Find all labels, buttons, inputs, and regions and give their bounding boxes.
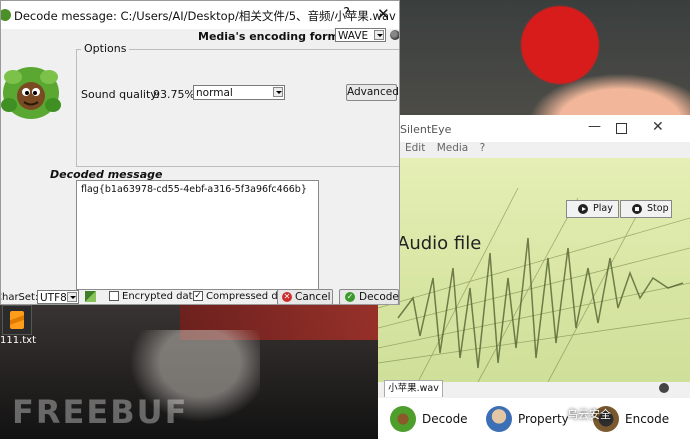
play-icon <box>578 204 588 214</box>
decode-dialog: Decode message: C:/Users/AI/Desktop/相关文件… <box>0 0 400 305</box>
close-icon[interactable]: ✕ <box>377 5 390 23</box>
format-info-icon[interactable] <box>390 30 399 40</box>
close-icon[interactable]: ✕ <box>652 119 664 135</box>
waveform-canvas: Audio file Play Stop <box>378 158 690 382</box>
sublime-file-icon[interactable] <box>2 305 32 335</box>
encrypted-checkbox[interactable] <box>109 291 119 301</box>
decode-icon <box>390 406 416 432</box>
silenteye-logo <box>1 67 61 119</box>
help-icon[interactable]: ? <box>343 6 350 21</box>
cancel-label: Cancel <box>295 291 331 303</box>
property-action-label: Property <box>518 412 569 426</box>
menu-media[interactable]: Media <box>437 142 469 154</box>
silenteye-window: SilentEye — ✕ Edit Media ? Audio file Pl… <box>378 115 690 439</box>
silenteye-title: SilentEye <box>400 123 452 136</box>
decode-label: Decode <box>359 291 399 303</box>
compressed-label: Compressed dat <box>206 291 288 302</box>
maximize-icon[interactable] <box>616 123 627 134</box>
edit-icon[interactable] <box>85 291 96 302</box>
stop-label: Stop <box>647 203 669 214</box>
play-label: Play <box>593 203 613 214</box>
dialog-bottom-bar: CharSet: UTF8 Encrypted data ✓ Compresse… <box>1 288 399 304</box>
cancel-icon: ✕ <box>282 292 292 302</box>
chevron-down-icon <box>67 292 77 302</box>
advanced-button[interactable]: Advanced <box>346 84 399 101</box>
chevron-down-icon <box>273 87 283 97</box>
waveform-graphic <box>378 187 690 382</box>
menu-help[interactable]: ? <box>480 142 486 154</box>
play-button[interactable]: Play <box>566 200 619 218</box>
wechat-watermark: 乌云安全 <box>567 408 611 421</box>
compressed-checkbox[interactable]: ✓ <box>193 291 203 301</box>
app-icon <box>1 9 11 21</box>
encoding-format-select[interactable]: WAVE <box>335 28 386 42</box>
action-bar: Decode Property Encode 乌云安全 <box>378 398 690 439</box>
silenteye-titlebar: SilentEye — ✕ <box>378 115 690 142</box>
encode-action-label: Encode <box>625 412 670 426</box>
options-legend: Options <box>81 42 130 55</box>
decoded-message-textarea[interactable]: flag{b1a63978-cd55-4ebf-a316-5f3a96fc466… <box>76 180 319 290</box>
tab-close-icon[interactable] <box>659 383 669 393</box>
sound-quality-label: Sound quality: <box>81 88 160 101</box>
menu-bar: Edit Media ? <box>405 142 493 158</box>
decode-action-label: Decode <box>422 412 468 426</box>
audio-file-heading: Audio file <box>397 233 482 254</box>
sound-quality-value: 93.75% <box>153 88 195 101</box>
options-group <box>76 49 399 167</box>
quality-select-value: normal <box>196 87 233 99</box>
watermark-text: FREEBUF <box>12 393 189 431</box>
waveform-line <box>397 237 684 369</box>
decoded-message-text: flag{b1a63978-cd55-4ebf-a316-5f3a96fc466… <box>81 184 307 195</box>
stop-icon <box>632 204 642 214</box>
media-tab[interactable]: 小苹果.wav <box>384 380 443 397</box>
property-icon <box>486 406 512 432</box>
cancel-button[interactable]: ✕ Cancel <box>277 289 333 304</box>
chevron-down-icon <box>374 30 384 40</box>
dialog-titlebar: Decode message: C:/Users/AI/Desktop/相关文件… <box>1 1 399 29</box>
charset-select[interactable]: UTF8 <box>37 290 79 304</box>
charset-value: UTF8 <box>40 292 67 304</box>
menu-edit[interactable]: Edit <box>405 142 425 154</box>
decode-button[interactable]: ✓ Decode <box>339 289 399 304</box>
checkmark-icon: ✓ <box>345 292 355 302</box>
minimize-icon[interactable]: — <box>588 119 601 134</box>
stop-button[interactable]: Stop <box>620 200 672 218</box>
desktop-file-label[interactable]: 111.txt <box>0 335 36 346</box>
encoding-format-value: WAVE <box>338 30 369 42</box>
dialog-title: Decode message: C:/Users/AI/Desktop/相关文件… <box>14 9 396 23</box>
charset-label: CharSet: <box>1 292 39 303</box>
quality-select[interactable]: normal <box>193 85 285 100</box>
encrypted-label: Encrypted data <box>122 291 199 302</box>
